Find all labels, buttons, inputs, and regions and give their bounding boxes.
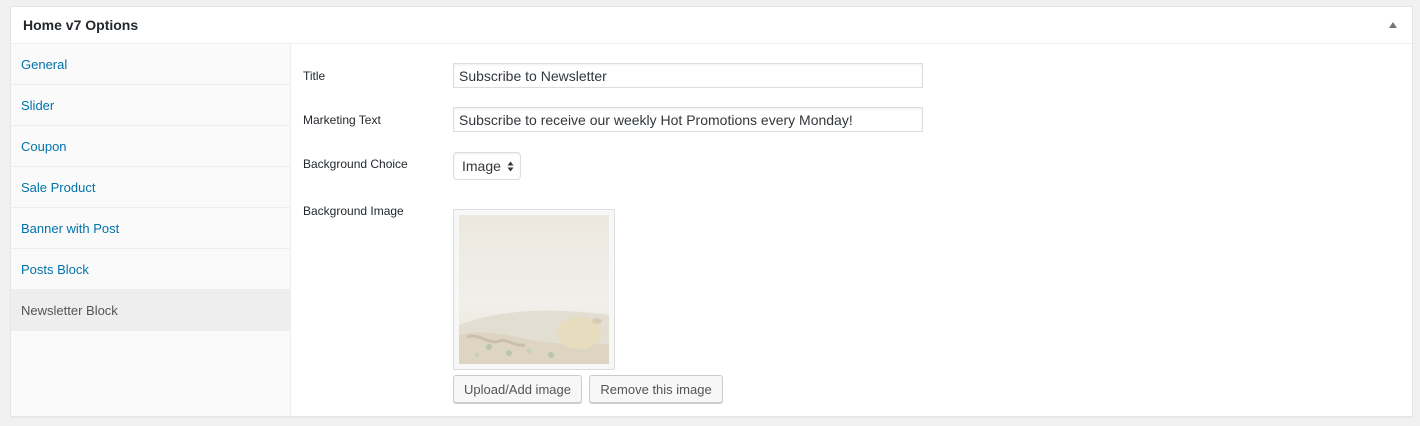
select-arrows-icon — [507, 161, 514, 172]
metabox-header[interactable]: Home v7 Options — [11, 7, 1412, 44]
options-tab-list: General Slider Coupon Sale Product Banne… — [11, 44, 291, 416]
background-image-thumbnail — [459, 215, 609, 364]
tab-label: General — [21, 56, 68, 72]
background-image-label: Background Image — [303, 204, 404, 218]
tab-coupon[interactable]: Coupon — [11, 126, 290, 167]
metabox-body: General Slider Coupon Sale Product Banne… — [11, 44, 1412, 416]
home-v7-options-metabox: Home v7 Options General Slider Coupon Sa… — [10, 6, 1413, 417]
triangle-up-icon[interactable] — [1386, 18, 1400, 32]
tab-newsletter-block[interactable]: Newsletter Block — [11, 290, 290, 331]
newsletter-options-panel: Title Marketing Text Background Choice I… — [291, 44, 1412, 416]
tab-label: Newsletter Block — [21, 302, 118, 318]
tab-banner-with-post[interactable]: Banner with Post — [11, 208, 290, 249]
background-choice-select[interactable]: Image — [453, 152, 521, 180]
background-image-preview — [453, 209, 615, 370]
tab-sale-product[interactable]: Sale Product — [11, 167, 290, 208]
tab-label: Posts Block — [21, 261, 89, 277]
tab-posts-block[interactable]: Posts Block — [11, 249, 290, 290]
background-choice-value: Image — [462, 158, 501, 174]
tab-label: Slider — [21, 97, 55, 113]
tab-label: Coupon — [21, 138, 67, 154]
upload-add-image-button[interactable]: Upload/Add image — [453, 375, 582, 403]
background-choice-label: Background Choice — [303, 157, 408, 171]
metabox-title: Home v7 Options — [23, 17, 139, 33]
title-label: Title — [303, 69, 326, 83]
tab-general[interactable]: General — [11, 44, 290, 85]
title-input[interactable] — [453, 63, 923, 88]
marketing-text-input[interactable] — [453, 107, 923, 132]
image-actions: Upload/Add image Remove this image — [453, 375, 723, 403]
marketing-text-label: Marketing Text — [303, 113, 381, 127]
remove-image-button[interactable]: Remove this image — [589, 375, 723, 403]
tab-label: Banner with Post — [21, 220, 120, 236]
tab-slider[interactable]: Slider — [11, 85, 290, 126]
newsletter-background-art — [459, 310, 609, 364]
tab-label: Sale Product — [21, 179, 96, 195]
